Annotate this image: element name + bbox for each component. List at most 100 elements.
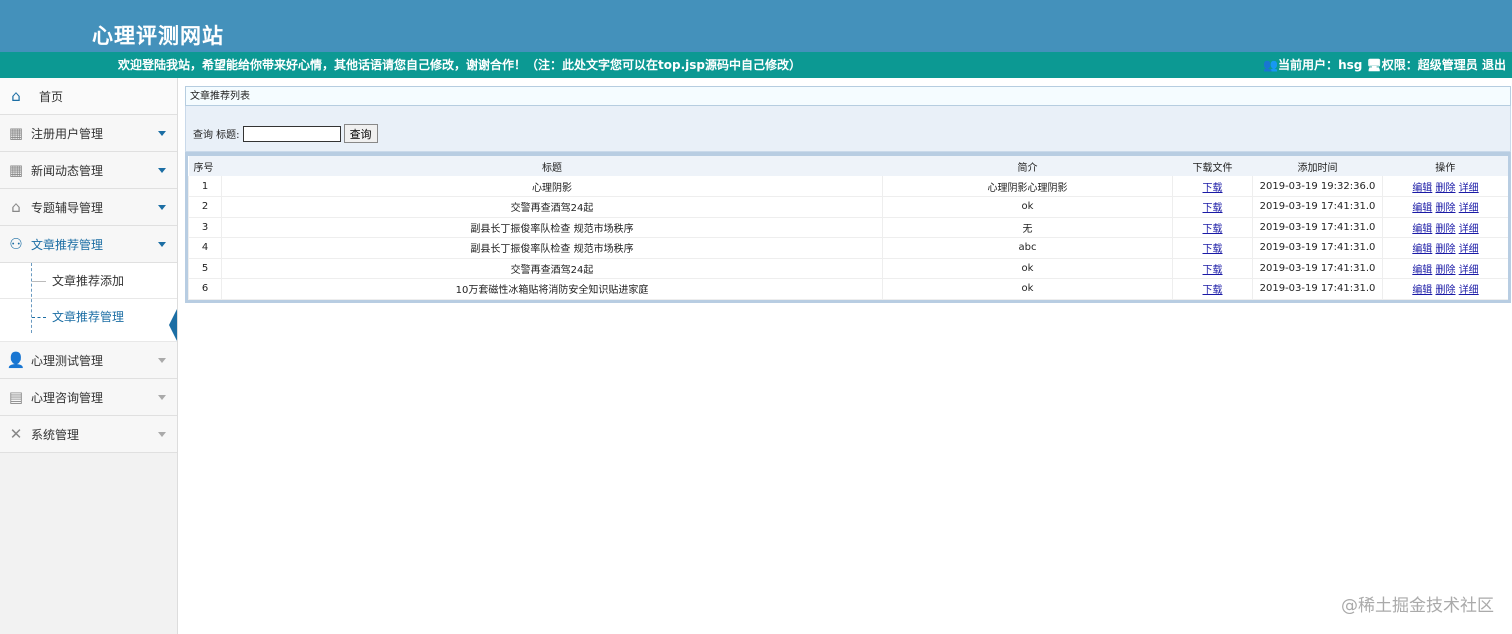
column-header: 下载文件: [1172, 156, 1253, 176]
submenu-item-add-article[interactable]: 文章推荐添加: [0, 263, 177, 299]
row-summary: 心理阴影心理阴影: [882, 176, 1173, 197]
article-table: 序号 标题 简介 下载文件 添加时间 操作 1 心理阴影 心理阴影心理阴影 下载 2019-03-…: [185, 152, 1511, 303]
detail-link[interactable]: 详细: [1459, 265, 1479, 276]
table-row: 3 副县长丁振俊率队检查 规范市场秩序无 下载 2019-03-19 17:41:31…: [188, 217, 1508, 238]
row-index: 3: [188, 217, 222, 238]
delete-link[interactable]: 删除: [1436, 203, 1456, 214]
column-header: 简介: [882, 156, 1173, 176]
row-summary: abc: [882, 237, 1173, 259]
column-header: 标题: [221, 156, 883, 176]
download-cell: 下载: [1172, 176, 1253, 197]
sidebar-item-articles[interactable]: ⚇ 文章推荐管理: [0, 226, 177, 263]
download-cell: 下载: [1172, 196, 1253, 218]
detail-link[interactable]: 详细: [1459, 203, 1479, 214]
chevron-down-icon: [158, 205, 166, 210]
delete-link[interactable]: 删除: [1436, 183, 1456, 194]
sidebar-item-label: 专题辅导管理: [31, 200, 104, 215]
edit-link[interactable]: 编辑: [1412, 183, 1432, 194]
row-time: 2019-03-19 17:41:31.0: [1252, 217, 1383, 238]
sidebar-item-topics[interactable]: ⌂ 专题辅导管理: [0, 189, 177, 226]
sidebar-item-home[interactable]: ⌂ 首页: [0, 78, 177, 115]
query-label: 查询 标题:: [193, 130, 240, 141]
chevron-down-icon: [158, 432, 166, 437]
table-row: 5 交警再查酒驾24起 ok 下载 2019-03-19 17:41:31.0 编辑 删除…: [188, 258, 1508, 279]
download-link[interactable]: 下载: [1203, 244, 1223, 255]
download-link[interactable]: 下载: [1203, 203, 1223, 214]
sidebar-item-label: 新闻动态管理: [31, 163, 104, 178]
download-link[interactable]: 下载: [1203, 285, 1223, 296]
sidebar-item-label: 文章推荐管理: [31, 237, 104, 252]
row-time: 2019-03-19 19:32:36.0: [1252, 176, 1383, 197]
chevron-down-icon: [158, 168, 166, 173]
row-title: 10万套磁性冰箱贴将消防安全知识贴进家庭: [221, 278, 883, 300]
actions-cell: 编辑 删除 详细: [1382, 196, 1508, 218]
detail-link[interactable]: 详细: [1459, 244, 1479, 255]
grid-icon: ▦: [8, 161, 24, 179]
row-summary: 无: [882, 217, 1173, 238]
delete-link[interactable]: 删除: [1436, 265, 1456, 276]
detail-link[interactable]: 详细: [1459, 285, 1479, 296]
house-icon: ⌂: [11, 198, 21, 216]
submenu-item-manage-article[interactable]: 文章推荐管理: [0, 299, 177, 342]
sidebar-item-system[interactable]: ✕ 系统管理: [0, 416, 177, 453]
row-time: 2019-03-19 17:41:31.0: [1252, 196, 1383, 218]
user-icon: 👥: [1263, 58, 1279, 72]
row-time: 2019-03-19 17:41:31.0: [1252, 278, 1383, 300]
edit-link[interactable]: 编辑: [1412, 244, 1432, 255]
role-label: 权限：: [1381, 58, 1418, 72]
sidebar: ⌂ 首页 ▦ 注册用户管理 ▦ 新闻动态管理 ⌂ 专题辅导管理 ⚇ 文章推荐管理 文章推荐…: [0, 78, 178, 634]
panel-title: 文章推荐列表: [185, 86, 1511, 106]
edit-link[interactable]: 编辑: [1412, 203, 1432, 214]
sidebar-item-label: 注册用户管理: [31, 126, 104, 141]
chevron-down-icon: [158, 131, 166, 136]
actions-cell: 编辑 删除 详细: [1382, 278, 1508, 300]
title-search-input[interactable]: [242, 125, 341, 142]
role: 超级管理员: [1417, 58, 1478, 72]
row-summary: ok: [882, 258, 1173, 279]
sidebar-item-consult[interactable]: ▤ 心理咨询管理: [0, 379, 177, 416]
delete-link[interactable]: 删除: [1436, 285, 1456, 296]
top-bar: 欢迎登陆我站，希望能给你带来好心情，其他话语请您自己修改，谢谢合作！（注：此处文…: [0, 52, 1512, 78]
download-link[interactable]: 下载: [1203, 224, 1223, 235]
detail-link[interactable]: 详细: [1459, 183, 1479, 194]
detail-link[interactable]: 详细: [1459, 224, 1479, 235]
download-link[interactable]: 下载: [1203, 265, 1223, 276]
sidebar-item-label: 首页: [39, 89, 64, 104]
download-cell: 下载: [1172, 258, 1253, 279]
edit-link[interactable]: 编辑: [1412, 265, 1432, 276]
submenu: 文章推荐添加 文章推荐管理: [0, 263, 177, 342]
table-row: 4 副县长丁振俊率队检查 规范市场秩序 abc 下载 2019-03-19 17:41:…: [188, 237, 1508, 259]
query-button[interactable]: 查询: [343, 124, 378, 143]
table-row: 6 10万套磁性冰箱贴将消防安全知识贴进家庭 ok 下载 2019-03-19 17:4…: [188, 278, 1508, 300]
chevron-down-icon: [158, 242, 166, 247]
logout-link[interactable]: 退出: [1482, 58, 1506, 72]
actions-cell: 编辑 删除 详细: [1382, 237, 1508, 259]
user-label: 当前用户：: [1278, 58, 1339, 72]
delete-link[interactable]: 删除: [1436, 224, 1456, 235]
sidebar-item-users[interactable]: ▦ 注册用户管理: [0, 115, 177, 152]
download-cell: 下载: [1172, 237, 1253, 259]
edit-link[interactable]: 编辑: [1412, 285, 1432, 296]
column-header: 操作: [1382, 156, 1508, 176]
row-index: 5: [188, 258, 222, 279]
row-index: 2: [188, 196, 222, 218]
download-link[interactable]: 下载: [1203, 183, 1223, 194]
table-row: 2 交警再查酒驾24起 ok 下载 2019-03-19 17:41:31.0 编辑 删除…: [188, 196, 1508, 218]
edit-link[interactable]: 编辑: [1412, 224, 1432, 235]
row-title: 副县长丁振俊率队检查 规范市场秩序: [221, 237, 883, 259]
row-title: 副县长丁振俊率队检查 规范市场秩序: [221, 217, 883, 238]
row-time: 2019-03-19 17:41:31.0: [1252, 237, 1383, 259]
sidebar-item-news[interactable]: ▦ 新闻动态管理: [0, 152, 177, 189]
row-title: 交警再查酒驾24起: [221, 258, 883, 279]
row-index: 6: [188, 278, 222, 300]
sidebar-item-tests[interactable]: 👤 心理测试管理: [0, 342, 177, 379]
watermark: @稀土掘金技术社区: [1341, 596, 1494, 616]
site-title: 心理评测网站: [92, 23, 224, 48]
row-index: 1: [188, 176, 222, 197]
chevron-down-icon: [158, 358, 166, 363]
sidebar-item-label: 心理咨询管理: [31, 390, 104, 405]
delete-link[interactable]: 删除: [1436, 244, 1456, 255]
row-summary: ok: [882, 278, 1173, 300]
welcome-text: 欢迎登陆我站，希望能给你带来好心情，其他话语请您自己修改，谢谢合作！（注：此处文…: [118, 58, 801, 72]
column-header: 添加时间: [1252, 156, 1383, 176]
